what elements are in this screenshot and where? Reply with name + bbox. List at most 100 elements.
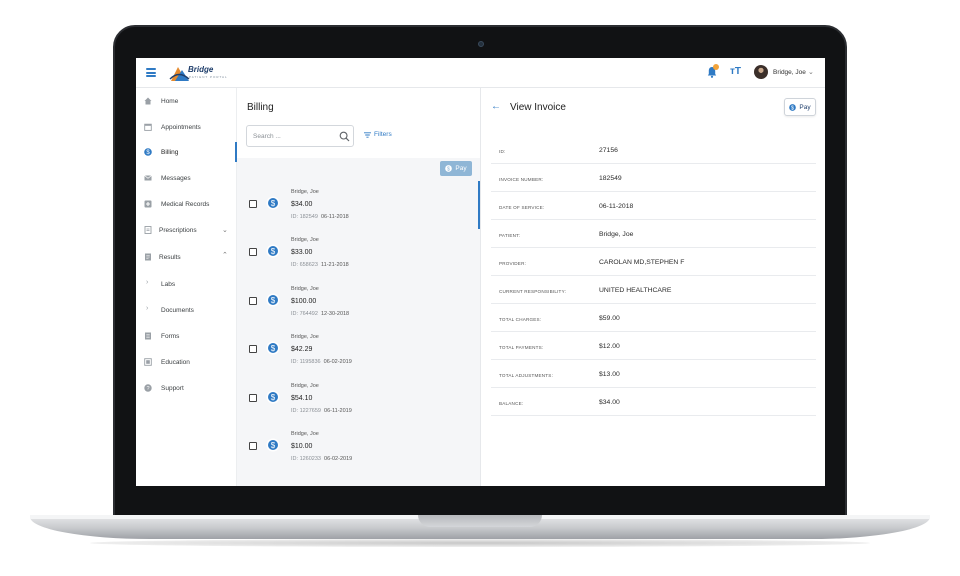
back-arrow-icon[interactable]: ←	[491, 101, 501, 112]
row-meta: ID: 1260233 06-02-2019	[291, 456, 352, 462]
svg-text:$: $	[271, 199, 276, 208]
sidebar-item-medical-records[interactable]: Medical Records	[136, 194, 237, 214]
list-item[interactable]: $ Bridge, Joe $100.00 ID: 764492 12-30-2…	[237, 278, 480, 326]
row-meta: ID: 1227659 06-11-2019	[291, 408, 352, 414]
sidebar-item-label: Appointments	[161, 123, 201, 131]
calendar-icon	[144, 123, 152, 131]
text-size-icon[interactable]: ᴛT	[730, 66, 741, 77]
id-label: ID:	[291, 262, 299, 268]
search-input[interactable]: Search ...	[246, 125, 354, 147]
row-checkbox[interactable]	[249, 297, 257, 305]
row-checkbox[interactable]	[249, 345, 257, 353]
patient-name: Bridge, Joe	[291, 431, 319, 437]
sidebar-item-appointments[interactable]: Appointments	[136, 117, 237, 137]
sidebar-item-documents[interactable]: › Documents	[136, 300, 237, 320]
row-checkbox[interactable]	[249, 394, 257, 402]
billing-panel: Billing Search ... Filters $ Pay $ Bridg…	[237, 88, 480, 486]
sidebar-item-forms[interactable]: Forms	[136, 326, 237, 346]
sidebar-item-prescriptions[interactable]: Prescriptions ⌄	[136, 220, 237, 240]
invoice-id: 658623	[299, 262, 318, 268]
filters-button[interactable]: Filters	[374, 131, 392, 138]
svg-text:$: $	[271, 441, 276, 450]
dollar-circle-icon: $	[266, 341, 280, 355]
dollar-circle-icon: $	[789, 103, 797, 111]
field-label: CURRENT RESPONSIBILITY:	[499, 289, 567, 294]
dollar-circle-icon: $	[266, 244, 280, 258]
sidebar-item-label: Education	[161, 358, 190, 366]
sidebar-item-education[interactable]: Education	[136, 352, 237, 372]
user-name[interactable]: Bridge, Joe	[773, 69, 806, 76]
sidebar-item-label: Documents	[161, 306, 194, 314]
pay-label: Pay	[455, 165, 467, 172]
help-icon: ?	[144, 384, 152, 392]
row-checkbox[interactable]	[249, 442, 257, 450]
list-item[interactable]: $ Bridge, Joe $54.10 ID: 1227659 06-11-2…	[237, 375, 480, 423]
svg-text:$: $	[271, 344, 276, 353]
field-label: INVOICE NUMBER:	[499, 177, 544, 182]
chevron-up-icon[interactable]: ⌃	[222, 251, 228, 259]
amount: $42.29	[291, 346, 313, 353]
row-meta: ID: 764492 12-30-2018	[291, 311, 349, 317]
pay-selected-button[interactable]: $ Pay	[440, 161, 472, 176]
home-icon	[144, 97, 152, 105]
dollar-circle-icon: $	[144, 148, 152, 156]
svg-text:$: $	[271, 393, 276, 402]
results-icon	[145, 253, 151, 261]
patient-name: Bridge, Joe	[291, 237, 319, 243]
row-meta: ID: 182549 06-11-2018	[291, 214, 349, 220]
dollar-circle-icon: $	[266, 438, 280, 452]
avatar[interactable]	[754, 65, 768, 79]
field-value: CAROLAN MD,STEPHEN F	[599, 259, 685, 266]
field-label: TOTAL PAYMENTS:	[499, 345, 544, 350]
sidebar-item-billing[interactable]: $ Billing	[136, 142, 237, 162]
sidebar-item-label: Prescriptions	[159, 226, 197, 234]
sidebar-item-support[interactable]: ? Support	[136, 378, 237, 398]
field-value: 27156	[599, 147, 618, 154]
chevron-down-icon[interactable]: ⌄	[222, 226, 228, 234]
menu-icon[interactable]	[146, 68, 156, 77]
invoice-date: 06-11-2018	[320, 214, 349, 220]
list-item[interactable]: $ Bridge, Joe $34.00 ID: 182549 06-11-20…	[237, 181, 480, 229]
field-value: 182549	[599, 175, 622, 182]
sidebar-item-results[interactable]: Results ⌃	[136, 247, 237, 267]
row-checkbox[interactable]	[249, 248, 257, 256]
invoice-field-id: ID: 27156	[491, 136, 816, 164]
filter-icon[interactable]	[364, 132, 371, 138]
list-item[interactable]: $ Bridge, Joe $10.00 ID: 1260233 06-02-2…	[237, 423, 480, 471]
sidebar-item-label: Labs	[161, 280, 176, 288]
invoice-field-balance: BALANCE: $34.00	[491, 388, 816, 416]
list-item[interactable]: $ Bridge, Joe $33.00 ID: 658623 11-21-20…	[237, 229, 480, 277]
page-title: Billing	[247, 102, 274, 113]
row-checkbox[interactable]	[249, 200, 257, 208]
svg-text:$: $	[791, 105, 794, 111]
billing-header: Billing Search ... Filters	[237, 88, 480, 158]
dollar-circle-icon: $	[266, 196, 280, 210]
row-meta: ID: 658623 11-21-2018	[291, 262, 349, 268]
laptop-shadow	[90, 539, 870, 547]
id-label: ID:	[291, 214, 299, 220]
invoice-panel: ← View Invoice $ Pay ID: 27156 INVOICE NU…	[480, 88, 825, 486]
dollar-circle-icon: $	[266, 293, 280, 307]
sidebar-item-home[interactable]: Home	[136, 91, 237, 111]
invoice-field-date: DATE OF SERVICE: 06-11-2018	[491, 192, 816, 220]
invoice-date: 06-02-2019	[324, 456, 353, 462]
patient-name: Bridge, Joe	[291, 334, 319, 340]
notification-badge	[713, 64, 719, 70]
logo-subtext: PATIENT PORTAL	[189, 75, 228, 79]
education-icon	[144, 358, 152, 366]
patient-name: Bridge, Joe	[291, 286, 319, 292]
sidebar-item-label: Home	[161, 97, 179, 105]
pay-button[interactable]: $ Pay	[784, 98, 816, 116]
field-value: UNITED HEALTHCARE	[599, 287, 672, 294]
id-label: ID:	[291, 456, 299, 462]
list-item[interactable]: $ Bridge, Joe $42.29 ID: 1195836 06-02-2…	[237, 326, 480, 374]
amount: $54.10	[291, 395, 313, 402]
row-meta: ID: 1195836 06-02-2019	[291, 359, 352, 365]
search-icon[interactable]	[339, 131, 350, 142]
medical-cross-icon	[144, 200, 152, 208]
field-value: $59.00	[599, 315, 620, 322]
sidebar-item-messages[interactable]: Messages	[136, 168, 237, 188]
chevron-down-icon[interactable]: ⌄	[808, 68, 814, 76]
amount: $100.00	[291, 298, 317, 305]
sidebar-item-labs[interactable]: › Labs	[136, 274, 237, 294]
